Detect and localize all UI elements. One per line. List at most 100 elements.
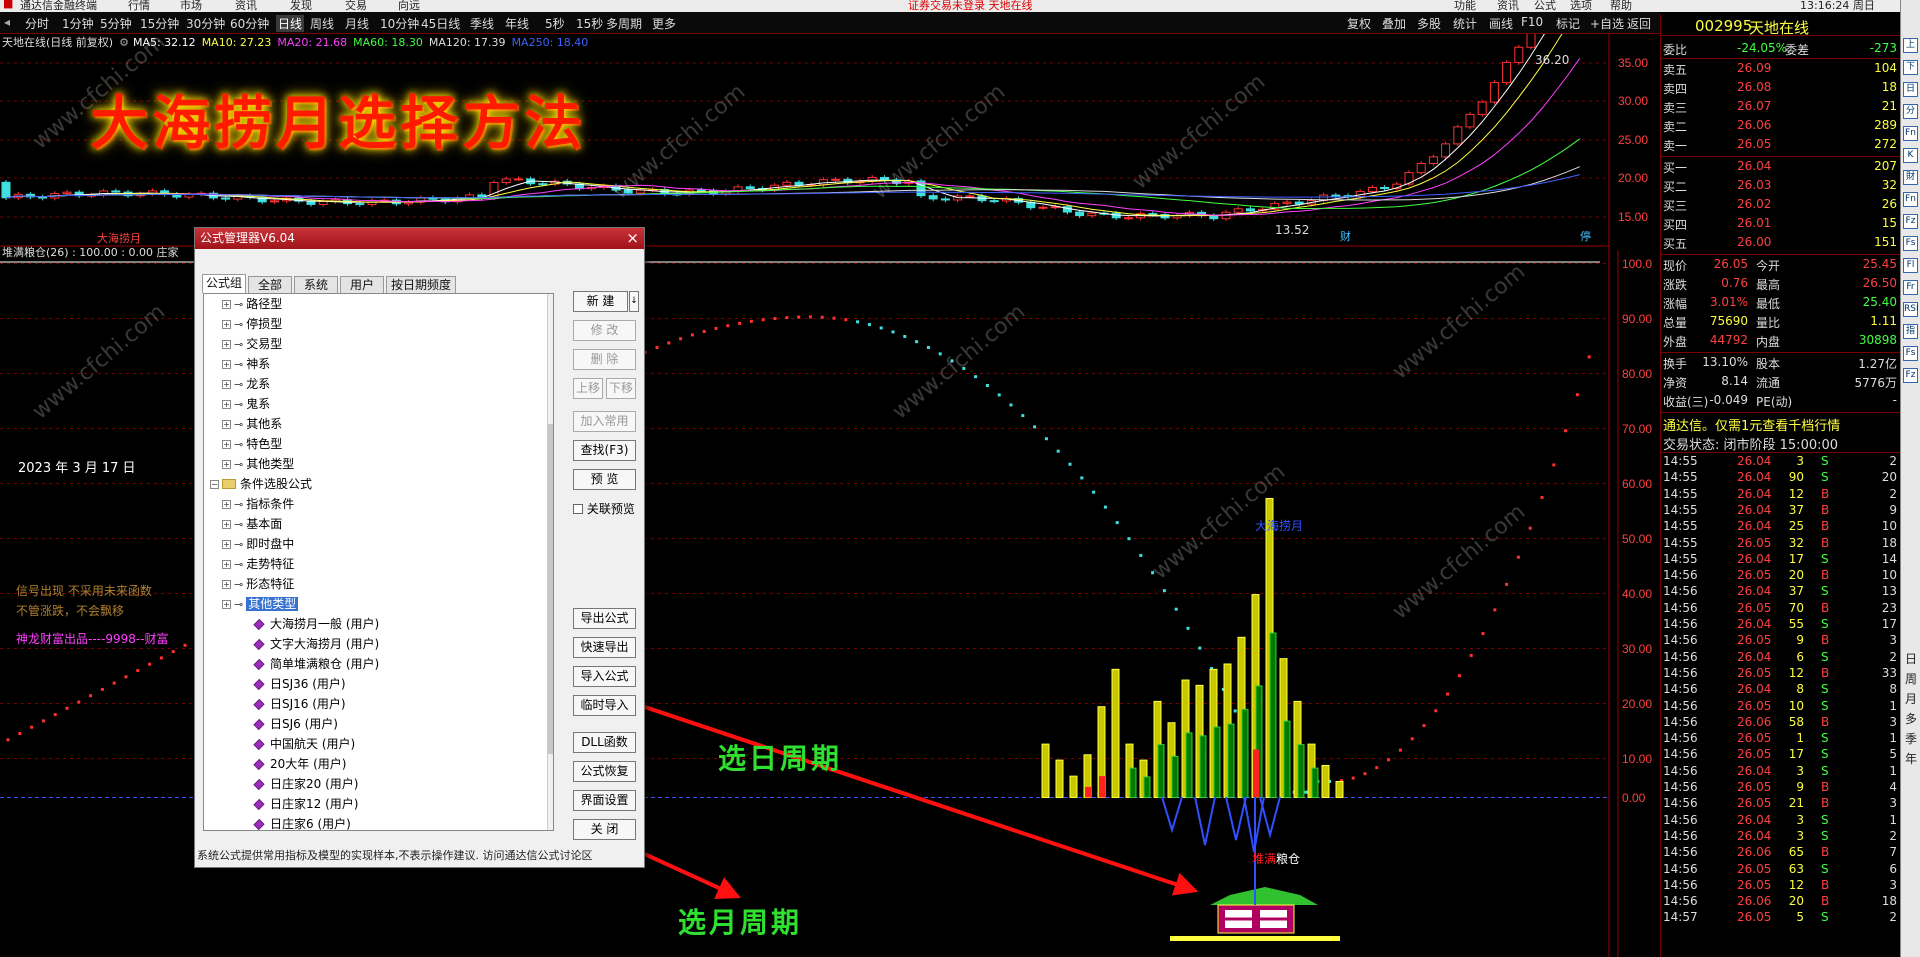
period-tab-1[interactable]: 1分钟 xyxy=(62,15,94,32)
ui-settings-button[interactable]: 界面设置 xyxy=(573,790,636,811)
tree-item[interactable]: + ⊸ 基本面 xyxy=(222,516,282,533)
sidebar-tool-icon[interactable]: RSI xyxy=(1903,302,1919,317)
sidebar-tool-icon[interactable]: Fs xyxy=(1903,236,1918,251)
expand-icon[interactable]: + xyxy=(222,360,231,369)
tab-user[interactable]: 用户 xyxy=(340,276,384,293)
move-down-button[interactable]: 下移 xyxy=(606,378,636,399)
tree-item[interactable]: 文字大海捞月 (用户) xyxy=(253,636,379,653)
tree-item[interactable]: + ⊸ 指标条件 xyxy=(222,496,294,513)
quick-export-button[interactable]: 快速导出 xyxy=(573,637,636,658)
expand-icon[interactable]: + xyxy=(222,600,231,609)
tree-item[interactable]: 日SJ16 (用户) xyxy=(253,696,346,713)
sidebar-tool-icon[interactable]: 日 xyxy=(1903,82,1918,97)
expand-icon[interactable]: + xyxy=(222,460,231,469)
close-icon[interactable]: × xyxy=(626,229,639,247)
menu-xiangyuan[interactable]: 向远 xyxy=(398,0,420,12)
toolbar-btn-1[interactable]: 叠加 xyxy=(1382,15,1406,32)
sidebar-tool-icon[interactable]: Fl xyxy=(1903,258,1918,273)
menu-info[interactable]: 资讯 xyxy=(235,0,257,12)
export-formula-button[interactable]: 导出公式 xyxy=(573,608,636,629)
sidebar-period-1[interactable]: 周 xyxy=(1905,670,1917,687)
expand-icon[interactable]: + xyxy=(222,540,231,549)
tree-item[interactable]: + ⊸ 走势特征 xyxy=(222,556,294,573)
period-tab-11[interactable]: 季线 xyxy=(470,15,494,32)
find-button[interactable]: 查找(F3) xyxy=(573,440,636,461)
sidebar-tool-icon[interactable]: Fz xyxy=(1903,368,1918,383)
formula-restore-button[interactable]: 公式恢复 xyxy=(573,761,636,782)
gear-icon[interactable]: ⚙ xyxy=(119,36,129,49)
sidebar-tool-icon[interactable]: 財 xyxy=(1903,170,1918,185)
dll-function-button[interactable]: DLL函数 xyxy=(573,732,636,753)
link-preview-checkbox[interactable] xyxy=(573,504,583,514)
sidebar-tool-icon[interactable]: K xyxy=(1903,148,1918,163)
add-common-button[interactable]: 加入常用 xyxy=(573,411,636,432)
sidebar-tool-icon[interactable]: Fs xyxy=(1903,346,1918,361)
toolbar-btn-8[interactable]: 返回 xyxy=(1627,15,1651,32)
toolbar-btn-2[interactable]: 多股 xyxy=(1417,15,1441,32)
tree-item[interactable]: + ⊸ 路径型 xyxy=(222,296,282,313)
tree-item[interactable]: + ⊸ 龙系 xyxy=(222,376,270,393)
tree-item[interactable]: + ⊸ 形态特征 xyxy=(222,576,294,593)
move-up-button[interactable]: 上移 xyxy=(573,378,603,399)
period-tab-12[interactable]: 年线 xyxy=(505,15,529,32)
sidebar-tool-icon[interactable]: Fr xyxy=(1903,280,1918,295)
tree-item[interactable]: 日庄家6 (用户) xyxy=(253,816,351,830)
expand-icon[interactable]: + xyxy=(222,500,231,509)
period-tab-5[interactable]: 60分钟 xyxy=(230,15,269,32)
tree-item[interactable]: + ⊸ 鬼系 xyxy=(222,396,270,413)
sidebar-tool-icon[interactable]: Fz xyxy=(1903,214,1918,229)
close-dialog-button[interactable]: 关 闭 xyxy=(573,819,636,840)
new-formula-button[interactable]: 新 建 xyxy=(573,291,628,312)
sidebar-period-3[interactable]: 多 xyxy=(1905,710,1917,727)
period-tab-6[interactable]: 日线 xyxy=(276,15,305,32)
tree-item[interactable]: 日庄家12 (用户) xyxy=(253,796,358,813)
toolbar-btn-6[interactable]: 标记 xyxy=(1556,15,1580,32)
tree-item[interactable]: + ⊸ 即时盘中 xyxy=(222,536,294,553)
menu-exchange[interactable]: 市场 xyxy=(180,0,202,12)
expand-icon[interactable]: + xyxy=(222,560,231,569)
toolbar-btn-3[interactable]: 统计 xyxy=(1453,15,1477,32)
sidebar-tool-icon[interactable]: 上 xyxy=(1903,38,1918,53)
period-tab-0[interactable]: 分时 xyxy=(25,15,49,32)
sidebar-tool-icon[interactable]: Fn xyxy=(1903,126,1918,141)
sidebar-period-0[interactable]: 日 xyxy=(1905,650,1917,667)
period-tab-4[interactable]: 30分钟 xyxy=(186,15,225,32)
expand-icon[interactable]: + xyxy=(222,400,231,409)
sidebar-tool-icon[interactable]: Fn xyxy=(1903,192,1918,207)
period-tab-8[interactable]: 月线 xyxy=(345,15,369,32)
toolbar-btn-4[interactable]: 画线 xyxy=(1489,15,1513,32)
collapse-icon[interactable]: − xyxy=(210,480,219,489)
sidebar-tool-icon[interactable]: 分 xyxy=(1903,104,1918,119)
tree-item[interactable]: + ⊸ 特色型 xyxy=(222,436,282,453)
menu-news[interactable]: 资讯 xyxy=(1497,0,1519,12)
tree-item[interactable]: 日SJ6 (用户) xyxy=(253,716,338,733)
tree-item[interactable]: 中国航天 (用户) xyxy=(253,736,355,753)
menu-help[interactable]: 帮助 xyxy=(1610,0,1632,12)
period-tab-7[interactable]: 周线 xyxy=(310,15,334,32)
temp-import-button[interactable]: 临时导入 xyxy=(573,695,636,716)
tree-item[interactable]: + ⊸ 其他类型 xyxy=(222,456,294,473)
new-dropdown-arrow-icon[interactable]: ↓ xyxy=(629,291,639,312)
period-tab-15[interactable]: 多周期 xyxy=(606,15,642,32)
period-tab-16[interactable]: 更多 xyxy=(652,15,676,32)
expand-icon[interactable]: + xyxy=(222,380,231,389)
toolbar-btn-5[interactable]: F10 xyxy=(1521,15,1543,29)
tree-item[interactable]: 简单堆满粮仓 (用户) xyxy=(253,656,379,673)
tab-formula-group[interactable]: 公式组 xyxy=(202,274,246,293)
tree-item[interactable]: 20大年 (用户) xyxy=(253,756,346,773)
delete-button[interactable]: 删 除 xyxy=(573,349,636,370)
period-tab-14[interactable]: 15秒 xyxy=(576,15,603,32)
edit-button[interactable]: 修 改 xyxy=(573,320,636,341)
menu-function[interactable]: 功能 xyxy=(1454,0,1476,12)
tree-item[interactable]: + ⊸ 神系 xyxy=(222,356,270,373)
expand-icon[interactable]: + xyxy=(222,420,231,429)
expand-icon[interactable]: + xyxy=(222,320,231,329)
promo-link[interactable]: 通达信。仅需1元查看千档行情 xyxy=(1663,415,1840,434)
menu-options[interactable]: 选项 xyxy=(1570,0,1592,12)
tree-item[interactable]: + ⊸ 其他系 xyxy=(222,416,282,433)
tree-item[interactable]: + ⊸ 交易型 xyxy=(222,336,282,353)
period-tab-9[interactable]: 10分钟 xyxy=(380,15,419,32)
import-formula-button[interactable]: 导入公式 xyxy=(573,666,636,687)
expand-icon[interactable]: + xyxy=(222,440,231,449)
tree-item[interactable]: + ⊸ 停损型 xyxy=(222,316,282,333)
